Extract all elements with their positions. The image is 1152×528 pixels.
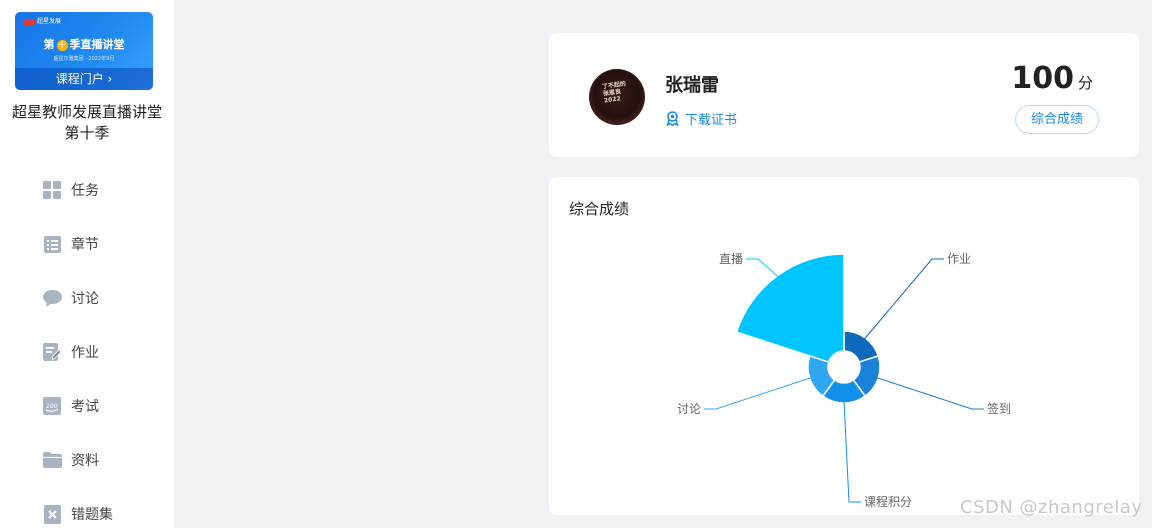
sidebar-item-error-book[interactable]: 错题集 — [0, 494, 174, 528]
download-certificate-label: 下载证书 — [685, 113, 738, 128]
overall-score-button[interactable]: 综合成绩 — [1015, 105, 1099, 134]
list-icon — [42, 234, 62, 254]
leader-line-3 — [843, 400, 861, 503]
avatar: 了不起的 张恩良 2022 — [589, 69, 645, 125]
leader-line-5 — [746, 258, 780, 278]
banner-subtitle: 超星尔雅集团 · 2022年9月 — [53, 56, 115, 62]
slice-label-1: 作业 — [947, 252, 971, 266]
sidebar-item-exam[interactable]: 100 考试 — [0, 386, 174, 426]
sidebar-item-label: 错题集 — [71, 507, 113, 523]
course-title: 超星教师发展直播讲堂 第十季 — [11, 103, 162, 142]
download-certificate-link[interactable]: 下载证书 — [665, 109, 737, 128]
total-score: 100 分 — [1011, 61, 1093, 96]
rose-chart: 作业签到课程积分 讨论 直播 — [677, 252, 1011, 509]
sidebar-item-label: 讨论 — [71, 291, 99, 307]
rose-slice-5[interactable] — [735, 253, 845, 364]
user-name: 张瑞雷 — [665, 75, 719, 96]
grid-icon — [42, 180, 62, 200]
sidebar-item-label: 考试 — [71, 399, 99, 415]
sidebar-item-chapter[interactable]: 章节 — [0, 224, 174, 264]
slice-label-5: 直播 — [719, 252, 743, 266]
edit-icon — [42, 342, 62, 362]
slice-label-2: 签到 — [987, 401, 1011, 416]
sidebar-item-label: 任务 — [71, 183, 99, 199]
sidebar: 超星发展 第十季直播讲堂 超星尔雅集团 · 2022年9月 课程门户 › 超星教… — [0, 0, 174, 528]
svg-text:100: 100 — [46, 403, 58, 410]
leader-line-4 — [704, 377, 812, 410]
sidebar-item-materials[interactable]: 资料 — [0, 440, 174, 480]
avatar-text: 了不起的 张恩良 2022 — [601, 80, 627, 105]
score-unit: 分 — [1077, 74, 1093, 92]
profile-card: 了不起的 张恩良 2022 张瑞雷 下载证书 100 分 综合成绩 — [549, 33, 1139, 157]
course-banner[interactable]: 超星发展 第十季直播讲堂 超星尔雅集团 · 2022年9月 课程门户 › — [15, 12, 153, 90]
banner-logo: 超星发展 — [23, 16, 61, 25]
slice-label-3: 课程积分 — [864, 494, 912, 509]
course-portal-link[interactable]: 课程门户 › — [15, 68, 153, 90]
leader-line-1 — [863, 258, 944, 340]
sidebar-item-homework[interactable]: 作业 — [0, 332, 174, 372]
score-value: 100 — [1011, 61, 1074, 96]
sidebar-item-discussion[interactable]: 讨论 — [0, 278, 174, 318]
sidebar-item-label: 作业 — [71, 345, 99, 361]
certificate-icon — [666, 111, 679, 126]
sidebar-item-label: 章节 — [71, 237, 99, 253]
score-chart-card: 综合成绩 作业 签到 课程积分 讨论 直播 — [549, 177, 1139, 515]
slice-label-4: 讨论 — [677, 402, 701, 416]
leader-line-2 — [876, 377, 984, 410]
folder-icon — [42, 450, 62, 470]
exam-icon: 100 — [42, 396, 62, 416]
error-book-icon — [42, 504, 62, 524]
watermark: CSDN @zhangrelay — [960, 497, 1143, 518]
sidebar-item-task[interactable]: 任务 — [0, 170, 174, 210]
sidebar-item-label: 资料 — [71, 453, 99, 469]
chat-icon — [42, 288, 62, 308]
banner-title: 第十季直播讲堂 — [43, 38, 125, 51]
